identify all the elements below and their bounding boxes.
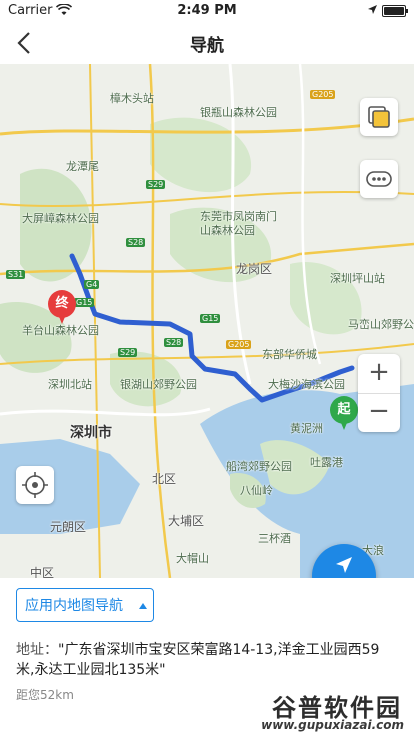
page-title: 导航 bbox=[190, 36, 224, 56]
navigation-arrow-icon bbox=[336, 557, 352, 573]
map-view[interactable]: 樟木头站 银瓶山森林公园 龙潭尾 大屏嶂森林公园 东莞市凤岗南门 山森林公园 龙… bbox=[0, 64, 414, 578]
road-badge: S29 bbox=[118, 348, 138, 357]
road-badge: G15 bbox=[74, 298, 95, 307]
location-arrow-icon bbox=[368, 5, 377, 14]
map-label: 樟木头站 bbox=[110, 92, 154, 105]
map-label: 八仙岭 bbox=[240, 484, 273, 497]
end-marker[interactable]: 终 bbox=[48, 290, 76, 326]
more-options-button[interactable] bbox=[360, 160, 398, 198]
map-label: 大梅沙海滨公园 bbox=[268, 378, 345, 391]
map-label: 龙潭尾 bbox=[66, 160, 99, 173]
address-panel: 应用内地图导航 地址："广东省深圳市宝安区荣富路14-13,洋金工业园西59米,… bbox=[0, 578, 414, 736]
map-layers-button[interactable] bbox=[360, 98, 398, 136]
navigation-bar: 导航 bbox=[0, 20, 414, 64]
road-badge: G4 bbox=[84, 280, 100, 289]
map-label: 元朗区 bbox=[50, 520, 87, 534]
map-label: 中区 bbox=[30, 566, 55, 578]
map-label: 深圳坪山站 bbox=[330, 272, 385, 285]
map-label: 东部华侨城 bbox=[262, 348, 317, 361]
road-badge: G205 bbox=[226, 340, 252, 349]
map-label: 船湾郊野公园 bbox=[226, 460, 292, 473]
map-label: 大埔区 bbox=[168, 514, 205, 528]
zoom-control: + − bbox=[358, 354, 400, 432]
clock: 2:49 PM bbox=[177, 3, 237, 18]
watermark: 谷普软件园 www.gupuxiazai.com bbox=[220, 688, 410, 734]
start-marker[interactable]: 起 bbox=[330, 396, 358, 432]
layers-icon bbox=[368, 106, 390, 128]
map-label: 深圳北站 bbox=[48, 378, 92, 391]
address-value: "广东省深圳市宝安区荣富路14-13,洋金工业园西59米,永达工业园北135米" bbox=[16, 642, 380, 678]
zoom-out-button[interactable]: − bbox=[358, 393, 400, 432]
map-label: 黄泥洲 bbox=[290, 422, 323, 435]
map-label: 三杯酒 bbox=[258, 532, 291, 545]
road-badge: S29 bbox=[146, 180, 166, 189]
distance-text: 距您52km bbox=[16, 688, 74, 702]
watermark-url: www.gupuxiazai.com bbox=[261, 718, 404, 732]
map-app-selector[interactable]: 应用内地图导航 bbox=[16, 588, 154, 622]
map-label: 大屏嶂森林公园 bbox=[22, 212, 99, 225]
address-key: 地址： bbox=[16, 642, 58, 658]
zoom-in-button[interactable]: + bbox=[358, 354, 400, 394]
battery-icon bbox=[382, 5, 408, 17]
road-badge: G205 bbox=[310, 90, 336, 99]
map-label: 马峦山郊野公 bbox=[348, 318, 414, 331]
map-label: 龙岗区 bbox=[236, 262, 273, 276]
road-badge: S31 bbox=[6, 270, 26, 279]
map-label: 大帽山 bbox=[176, 552, 209, 565]
map-label: 银瓶山森林公园 bbox=[200, 106, 277, 119]
map-label: 山森林公园 bbox=[200, 224, 255, 237]
crosshair-icon bbox=[22, 472, 48, 498]
status-bar: Carrier 2:49 PM bbox=[0, 0, 414, 20]
address-text: 地址："广东省深圳市宝安区荣富路14-13,洋金工业园西59米,永达工业园北13… bbox=[16, 640, 396, 680]
road-badge: G15 bbox=[200, 314, 221, 323]
road-badge: S28 bbox=[164, 338, 184, 347]
locate-me-button[interactable] bbox=[16, 466, 54, 504]
map-label-city: 深圳市 bbox=[70, 425, 112, 441]
map-label: 吐露港 bbox=[310, 456, 343, 469]
more-dots-icon bbox=[366, 171, 392, 187]
map-label: 银湖山郊野公园 bbox=[120, 378, 197, 391]
map-label: 北区 bbox=[152, 472, 177, 486]
caret-up-icon bbox=[139, 603, 147, 609]
road-badge: S28 bbox=[126, 238, 146, 247]
map-app-selector-label: 应用内地图导航 bbox=[25, 598, 123, 614]
